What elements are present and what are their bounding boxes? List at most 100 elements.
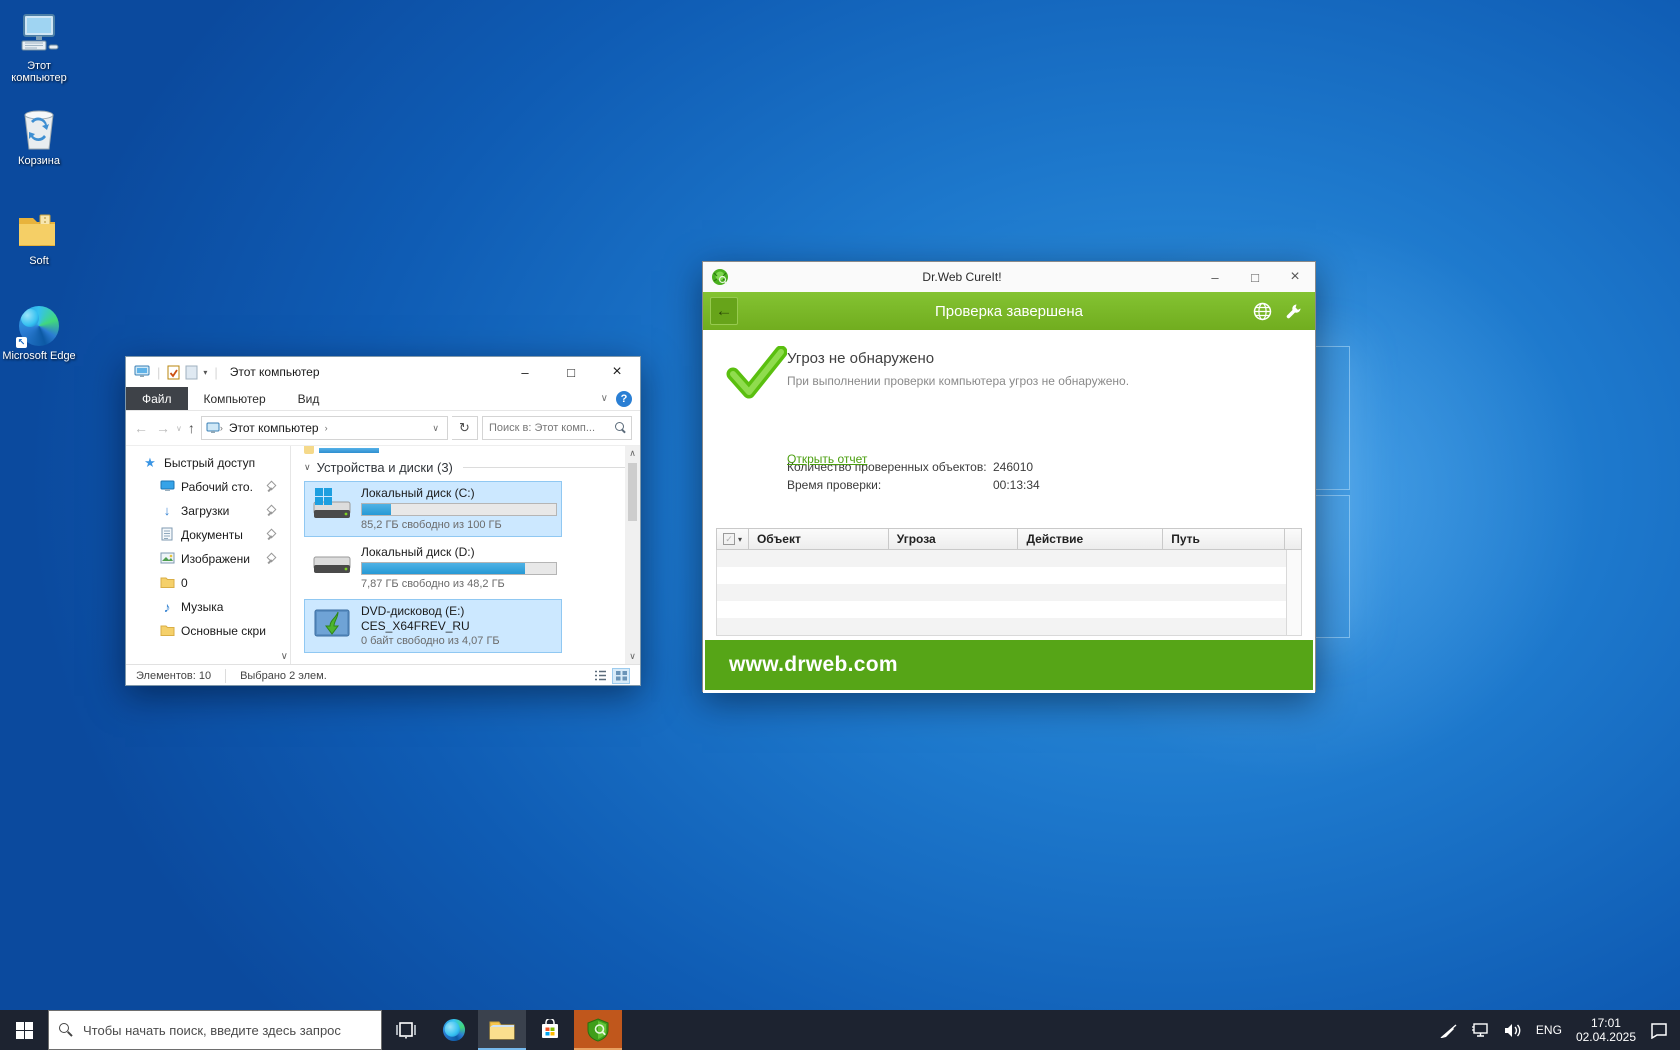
drweb-url: www.drweb.com xyxy=(729,653,898,677)
windows-logo-icon xyxy=(16,1022,33,1039)
taskbar-clock[interactable]: 17:01 02.04.2025 xyxy=(1576,1016,1636,1044)
search-input[interactable] xyxy=(487,421,605,435)
drive-d-tile[interactable]: Локальный диск (D:) 7,87 ГБ свободно из … xyxy=(304,540,562,596)
taskbar-search-input[interactable] xyxy=(81,1022,371,1039)
column-object[interactable]: Объект xyxy=(749,529,889,549)
address-dropdown-icon[interactable]: ∨ xyxy=(428,423,443,434)
back-button[interactable]: ← xyxy=(132,420,150,436)
nav-scroll-down-icon[interactable]: ∨ xyxy=(281,651,288,662)
start-button[interactable] xyxy=(0,1010,48,1050)
customize-qat-icon[interactable]: ▾ xyxy=(203,368,207,377)
taskbar: ENG 17:01 02.04.2025 xyxy=(0,1010,1680,1050)
maximize-button[interactable]: □ xyxy=(548,357,594,387)
desktop-icon-soft-folder[interactable]: Soft xyxy=(0,205,78,267)
nav-item-pictures[interactable]: Изображени xyxy=(126,547,290,571)
task-view-button[interactable] xyxy=(382,1010,430,1050)
volume-icon[interactable] xyxy=(1504,1023,1522,1038)
desktop-icon-recycle-bin[interactable]: Корзина xyxy=(0,105,78,167)
pin-icon xyxy=(265,554,276,565)
pen-disabled-icon[interactable] xyxy=(1439,1022,1457,1038)
scrollbar-thumb[interactable] xyxy=(628,463,637,521)
chevron-right-icon[interactable]: › xyxy=(325,423,328,433)
refresh-button[interactable]: ↻ xyxy=(452,416,478,440)
success-check-icon xyxy=(725,346,787,400)
nav-item-music[interactable]: ♪ Музыка xyxy=(126,595,290,619)
documents-icon xyxy=(159,527,175,544)
select-all-column[interactable]: ✓ ▾ xyxy=(717,529,749,549)
close-button[interactable]: × xyxy=(594,357,640,387)
globe-icon[interactable] xyxy=(1253,302,1272,321)
network-icon[interactable] xyxy=(1471,1022,1490,1038)
taskbar-drweb-button[interactable] xyxy=(574,1010,622,1050)
minimize-button[interactable]: – xyxy=(1195,262,1235,292)
taskbar-search-box[interactable] xyxy=(48,1010,382,1050)
action-center-icon[interactable] xyxy=(1650,1022,1668,1039)
filter-dropdown-icon[interactable]: ▾ xyxy=(738,535,742,544)
minimize-button[interactable]: – xyxy=(502,357,548,387)
drive-c-tile[interactable]: Локальный диск (C:) 85,2 ГБ свободно из … xyxy=(304,481,562,537)
empty-row xyxy=(717,584,1301,601)
taskbar-explorer-button[interactable] xyxy=(478,1010,526,1050)
address-bar[interactable]: › Этот компьютер › ∨ xyxy=(201,416,448,440)
breadcrumb[interactable]: Этот компьютер xyxy=(223,421,325,435)
nav-item-quick-access[interactable]: ★ Быстрый доступ xyxy=(126,451,290,475)
collapse-group-icon[interactable]: ∨ xyxy=(304,462,311,473)
column-threat[interactable]: Угроза xyxy=(889,529,1019,549)
close-button[interactable]: × xyxy=(1275,262,1315,292)
help-button[interactable]: ? xyxy=(616,391,632,407)
drive-free-space: 85,2 ГБ свободно из 100 ГБ xyxy=(361,518,555,532)
recycle-bin-icon xyxy=(0,105,78,151)
nav-item-documents[interactable]: Документы xyxy=(126,523,290,547)
language-indicator[interactable]: ENG xyxy=(1536,1023,1562,1037)
tab-computer[interactable]: Компьютер xyxy=(188,387,282,410)
wrench-settings-icon[interactable] xyxy=(1284,302,1303,321)
drive-usage-bar xyxy=(361,562,557,575)
explorer-nav-pane: ★ Быстрый доступ Рабочий сто. ↓ Загрузки xyxy=(126,446,290,664)
table-scrollbar[interactable] xyxy=(1286,550,1301,635)
forward-button[interactable]: → xyxy=(154,420,172,436)
properties-icon[interactable] xyxy=(167,365,180,380)
desktop-icon-this-pc[interactable]: Этот компьютер xyxy=(0,10,78,84)
column-action[interactable]: Действие xyxy=(1018,529,1163,549)
nav-item-label: Основные скри xyxy=(181,624,276,638)
new-folder-icon[interactable] xyxy=(185,365,198,380)
select-all-checkbox[interactable]: ✓ xyxy=(723,533,735,545)
details-view-button[interactable] xyxy=(591,668,609,684)
up-button[interactable]: ↑ xyxy=(186,420,197,436)
nav-item-main-scripts[interactable]: Основные скри xyxy=(126,619,290,643)
column-path[interactable]: Путь xyxy=(1163,529,1285,549)
status-selected-count: Выбрано 2 элем. xyxy=(240,670,327,682)
tab-view[interactable]: Вид xyxy=(282,387,336,410)
desktop-folder-icon xyxy=(159,480,175,495)
back-button[interactable]: ← xyxy=(710,297,738,325)
search-box[interactable] xyxy=(482,416,632,440)
nav-item-desktop[interactable]: Рабочий сто. xyxy=(126,475,290,499)
drive-e-dvd-tile[interactable]: DVD-дисковод (E:) CES_X64FREV_RU 0 байт … xyxy=(304,599,562,653)
group-header-line xyxy=(463,467,632,468)
file-list-scrollbar[interactable]: ∧ ∨ xyxy=(625,446,640,664)
drweb-green-header: ← Проверка завершена xyxy=(703,292,1315,330)
explorer-titlebar[interactable]: | ▾ | Этот компьютер – □ × xyxy=(126,357,640,387)
empty-row xyxy=(717,601,1301,618)
tab-file[interactable]: Файл xyxy=(126,387,188,410)
nav-item-downloads[interactable]: ↓ Загрузки xyxy=(126,499,290,523)
nav-item-folder-0[interactable]: 0 xyxy=(126,571,290,595)
drive-free-space: 0 байт свободно из 4,07 ГБ xyxy=(361,634,555,648)
scroll-up-icon[interactable]: ∧ xyxy=(629,448,636,459)
separator xyxy=(225,669,226,683)
open-report-link[interactable]: Открыть отчет xyxy=(787,452,867,466)
drweb-app-icon xyxy=(711,268,729,286)
desktop-icon-edge[interactable]: ↖ Microsoft Edge xyxy=(0,300,78,362)
search-icon xyxy=(59,1023,73,1037)
drweb-titlebar[interactable]: Dr.Web CureIt! – □ × xyxy=(703,262,1315,292)
scroll-down-icon[interactable]: ∨ xyxy=(629,651,636,662)
group-header-devices[interactable]: ∨ Устройства и диски (3) xyxy=(304,460,632,475)
edge-icon: ↖ xyxy=(0,300,78,346)
drive-name: Локальный диск (D:) xyxy=(361,545,555,560)
expand-ribbon-icon[interactable]: ∨ xyxy=(601,393,608,404)
taskbar-edge-button[interactable] xyxy=(430,1010,478,1050)
taskbar-store-button[interactable] xyxy=(526,1010,574,1050)
recent-locations-icon[interactable]: ∨ xyxy=(176,424,182,433)
large-icons-view-button[interactable] xyxy=(612,668,630,684)
maximize-button[interactable]: □ xyxy=(1235,262,1275,292)
